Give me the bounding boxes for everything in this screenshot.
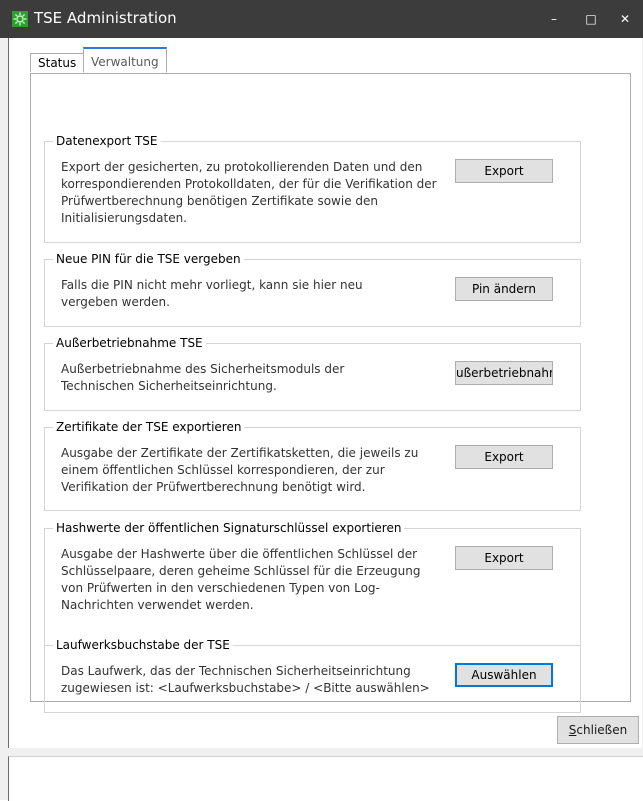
tab-panel-verwaltung: Datenexport TSE Export der gesicherten, … bbox=[30, 73, 631, 713]
group-hash-values: Hashwerte der öffentlichen Signaturschlü… bbox=[44, 521, 581, 646]
close-window-button[interactable]: ✕ bbox=[607, 0, 643, 38]
export-hash-button[interactable]: Export bbox=[455, 546, 553, 570]
window-title: TSE Administration bbox=[34, 9, 177, 27]
title-bar[interactable]: TSE Administration – □ ✕ bbox=[0, 0, 643, 38]
group-new-pin: Neue PIN für die TSE vergeben Falls die … bbox=[44, 252, 581, 327]
group-title: Zertifikate der TSE exportieren bbox=[53, 420, 245, 434]
maximize-button[interactable]: □ bbox=[573, 0, 609, 38]
group-title: Neue PIN für die TSE vergeben bbox=[53, 252, 244, 266]
group-datenexport: Datenexport TSE Export der gesicherten, … bbox=[44, 134, 581, 243]
minimize-button[interactable]: – bbox=[536, 0, 572, 38]
group-description: Ausgabe der Hashwerte über die öffentlic… bbox=[61, 547, 421, 612]
status-bar bbox=[8, 756, 643, 801]
export-certificates-button[interactable]: Export bbox=[455, 445, 553, 469]
close-button[interactable]: Schließen bbox=[557, 716, 639, 744]
close-label: chließen bbox=[576, 723, 628, 737]
group-description: Export der gesicherten, zu protokolliere… bbox=[61, 160, 437, 225]
decommission-button[interactable]: ußerbetriebnahm bbox=[455, 361, 553, 385]
tab-verwaltung[interactable]: Verwaltung bbox=[83, 47, 167, 73]
export-data-button[interactable]: Export bbox=[455, 159, 553, 183]
group-certificates: Zertifikate der TSE exportieren Ausgabe … bbox=[44, 420, 581, 511]
group-title: Laufwerksbuchstabe der TSE bbox=[53, 638, 233, 652]
change-pin-button[interactable]: Pin ändern bbox=[455, 277, 553, 301]
application-window: TSE Administration – □ ✕ Status Verwaltu… bbox=[0, 0, 643, 801]
group-title: Außerbetriebnahme TSE bbox=[53, 336, 206, 350]
group-drive-letter: Laufwerksbuchstabe der TSE Das Laufwerk,… bbox=[44, 638, 581, 713]
group-description: Außerbetriebnahme des Sicherheitsmoduls … bbox=[61, 362, 345, 393]
maximize-icon: □ bbox=[585, 12, 597, 26]
minimize-icon: – bbox=[551, 12, 557, 26]
group-title: Hashwerte der öffentlichen Signaturschlü… bbox=[53, 521, 405, 535]
client-area: Status Verwaltung Datenexport TSE Export… bbox=[8, 38, 642, 748]
tab-status[interactable]: Status bbox=[30, 53, 85, 72]
group-decommission: Außerbetriebnahme TSE Außerbetriebnahme … bbox=[44, 336, 581, 411]
group-title: Datenexport TSE bbox=[53, 134, 161, 148]
group-description: Das Laufwerk, das der Technischen Sicher… bbox=[61, 664, 430, 695]
select-drive-button[interactable]: Auswählen bbox=[455, 663, 553, 687]
group-description: Falls die PIN nicht mehr vorliegt, kann … bbox=[61, 278, 363, 309]
group-description: Ausgabe der Zertifikate der Zertifikatsk… bbox=[61, 446, 419, 494]
close-icon: ✕ bbox=[619, 12, 631, 26]
app-icon bbox=[12, 11, 28, 27]
